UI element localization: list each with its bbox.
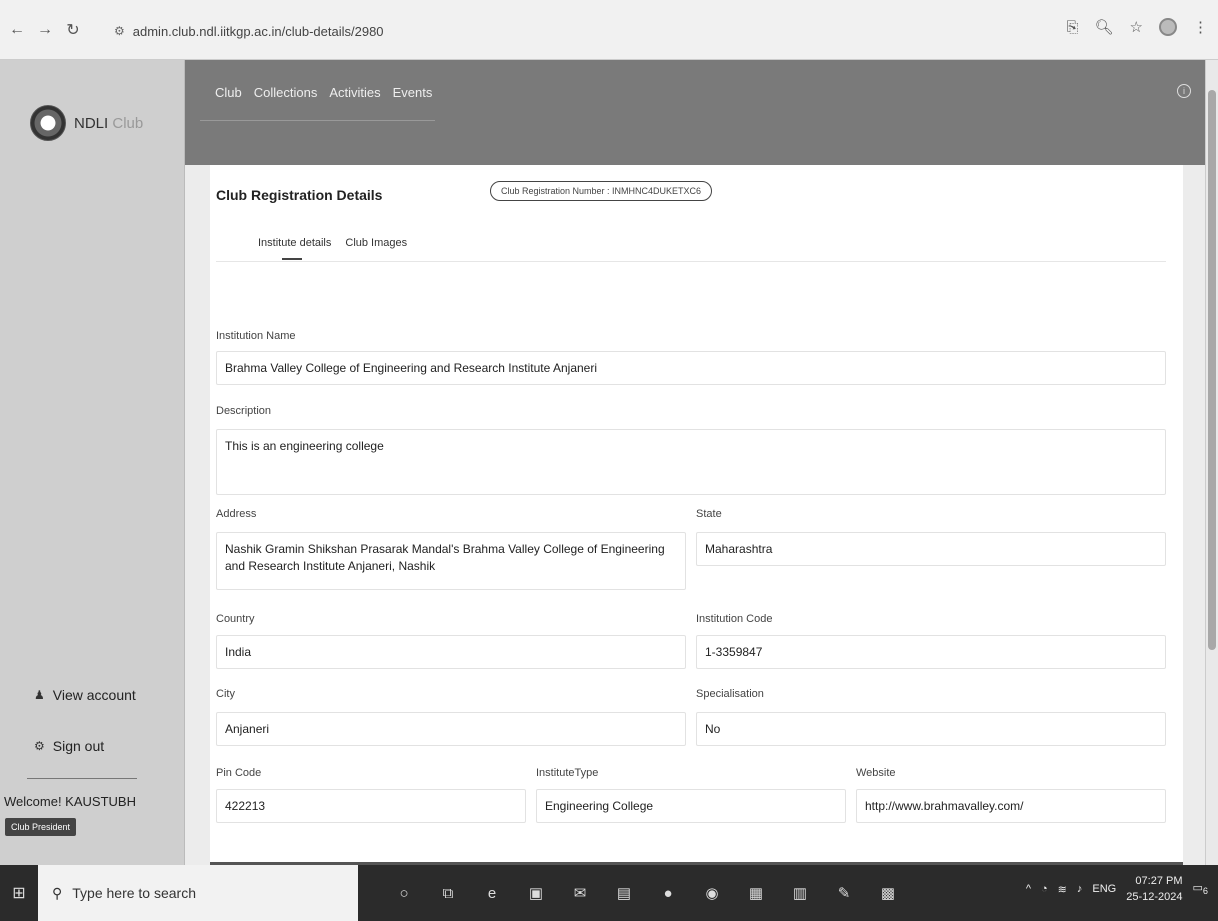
firefox-icon[interactable]: ● <box>654 879 682 907</box>
city-label: City <box>216 688 235 700</box>
clock-date: 25-12-2024 <box>1126 891 1183 903</box>
logo-subtext: Club <box>112 114 144 132</box>
scrollbar-thumb[interactable] <box>1208 90 1216 650</box>
url-text: admin.club.ndl.iitkgp.ac.in/club-details… <box>132 23 384 39</box>
shopping-bag-icon[interactable]: ▤ <box>610 879 638 907</box>
system-tray: ^ ◔ ≋ ♪ ENG 07:27 PM 25-12-2024 ▭6 <box>1026 873 1208 905</box>
power-icon: ⚙ <box>34 739 45 753</box>
role-badge: Club President <box>5 818 77 836</box>
tab-club-images[interactable]: Club Images <box>345 237 407 249</box>
country-label: Country <box>216 613 255 625</box>
wifi-icon[interactable]: ≋ <box>1058 883 1067 896</box>
excel-icon[interactable]: ▦ <box>742 879 770 907</box>
reload-icon[interactable]: ↻ <box>62 19 84 41</box>
search-icon: ⚲ <box>52 884 63 901</box>
top-navigation: Club Collections Activities Events i <box>185 60 1205 165</box>
institute-type-field[interactable]: Engineering College <box>536 789 846 823</box>
specialisation-field[interactable]: No <box>696 712 1166 746</box>
registration-number-badge: Club Registration Number : INMHNC4DUKETX… <box>490 181 713 201</box>
city-field[interactable]: Anjaneri <box>216 712 686 746</box>
paint-icon[interactable]: ✎ <box>830 879 858 907</box>
mail-icon[interactable]: ✉ <box>566 879 594 907</box>
back-icon[interactable]: ← <box>6 19 28 41</box>
windows-taskbar: ⊞ ⚲ Type here to search ○ ⧉ e ▣ ✉ ▤ ● ◉ … <box>0 865 1218 921</box>
sidebar: NDLI Club ♟ View account ⚙ Sign out Welc… <box>0 60 185 865</box>
welcome-text: Welcome! KAUSTUBH <box>4 794 136 809</box>
specialisation-label: Specialisation <box>696 688 764 700</box>
site-info-icon[interactable]: ⚙ <box>114 24 125 38</box>
sign-out-link[interactable]: ⚙ Sign out <box>34 738 104 754</box>
menu-underline <box>200 120 435 121</box>
network-icon[interactable]: ◔ <box>1041 883 1048 895</box>
edge-browser-icon[interactable]: e <box>478 879 506 907</box>
logo-text: NDLI <box>74 114 109 132</box>
view-account-label: View account <box>52 687 136 703</box>
institution-code-field[interactable]: 1-3359847 <box>696 635 1166 669</box>
chevron-up-icon[interactable]: ^ <box>1026 883 1031 895</box>
pinned-apps: ○ ⧉ e ▣ ✉ ▤ ● ◉ ▦ ▥ ✎ ▩ <box>390 879 902 907</box>
ndli-emblem-icon <box>30 105 66 141</box>
website-label: Website <box>856 767 896 779</box>
forward-icon[interactable]: → <box>34 19 56 41</box>
notepad-icon[interactable]: ▥ <box>786 879 814 907</box>
description-field[interactable]: This is an engineering college <box>216 429 1166 495</box>
notification-icon[interactable]: ▭6 <box>1193 881 1209 896</box>
card-title: Club Registration Details <box>216 187 383 203</box>
sidebar-divider <box>27 778 137 779</box>
chrome-icon[interactable]: ◉ <box>698 879 726 907</box>
menu-activities[interactable]: Activities <box>329 85 380 100</box>
institution-name-label: Institution Name <box>216 330 296 342</box>
main-menu: Club Collections Activities Events <box>215 85 432 100</box>
tabs-divider <box>216 261 1166 262</box>
more-menu-icon[interactable]: ⋮ <box>1193 18 1208 36</box>
volume-icon[interactable]: ♪ <box>1077 883 1083 895</box>
task-view-icon[interactable]: ⧉ <box>434 879 462 907</box>
clock[interactable]: 07:27 PM 25-12-2024 <box>1126 873 1182 905</box>
club-details-card: Club Registration Details Club Registrat… <box>210 165 1183 865</box>
page-scrollbar[interactable] <box>1205 60 1218 865</box>
pin-code-field[interactable]: 422213 <box>216 789 526 823</box>
country-field[interactable]: India <box>216 635 686 669</box>
menu-collections[interactable]: Collections <box>254 85 318 100</box>
description-label: Description <box>216 405 272 417</box>
sign-out-label: Sign out <box>52 738 105 754</box>
address-field[interactable]: Nashik Gramin Shikshan Prasarak Mandal's… <box>216 532 686 590</box>
pin-code-label: Pin Code <box>216 767 262 779</box>
menu-club[interactable]: Club <box>215 85 242 100</box>
zoom-icon[interactable]: 🔍︎ <box>1095 18 1114 36</box>
view-account-link[interactable]: ♟ View account <box>34 687 136 703</box>
search-placeholder: Type here to search <box>72 885 197 901</box>
menu-events[interactable]: Events <box>393 85 433 100</box>
address-bar[interactable]: ⚙ admin.club.ndl.iitkgp.ac.in/club-detai… <box>114 18 384 44</box>
institution-code-label: Institution Code <box>696 613 773 625</box>
person-icon: ♟ <box>34 688 45 702</box>
install-icon[interactable]: ⎘ <box>1066 19 1078 36</box>
notification-count: 6 <box>1202 886 1208 897</box>
active-tab-indicator <box>282 258 302 260</box>
website-field[interactable]: http://www.brahmavalley.com/ <box>856 789 1166 823</box>
bookmark-star-icon[interactable]: ☆ <box>1130 18 1143 36</box>
tab-bar: Institute details Club Images <box>258 237 407 249</box>
ndli-logo[interactable]: NDLI Club <box>30 105 143 141</box>
info-icon[interactable]: i <box>1177 84 1191 98</box>
language-indicator[interactable]: ENG <box>1092 883 1116 895</box>
state-field[interactable]: Maharashtra <box>696 532 1166 566</box>
calculator-icon[interactable]: ▩ <box>874 879 902 907</box>
windows-start-icon[interactable]: ⊞ <box>0 865 38 921</box>
institute-type-label: InstituteType <box>536 767 599 779</box>
clock-time: 07:27 PM <box>1135 875 1183 887</box>
taskbar-search[interactable]: ⚲ Type here to search <box>38 865 358 921</box>
state-label: State <box>696 508 722 520</box>
address-label: Address <box>216 508 257 520</box>
institution-name-field[interactable]: Brahma Valley College of Engineering and… <box>216 351 1166 385</box>
profile-avatar[interactable] <box>1159 18 1177 36</box>
browser-toolbar: ← → ↻ ⚙ admin.club.ndl.iitkgp.ac.in/club… <box>0 0 1218 60</box>
cortana-icon[interactable]: ○ <box>390 879 418 907</box>
store-icon[interactable]: ▣ <box>522 879 550 907</box>
tab-institute-details[interactable]: Institute details <box>258 237 331 249</box>
